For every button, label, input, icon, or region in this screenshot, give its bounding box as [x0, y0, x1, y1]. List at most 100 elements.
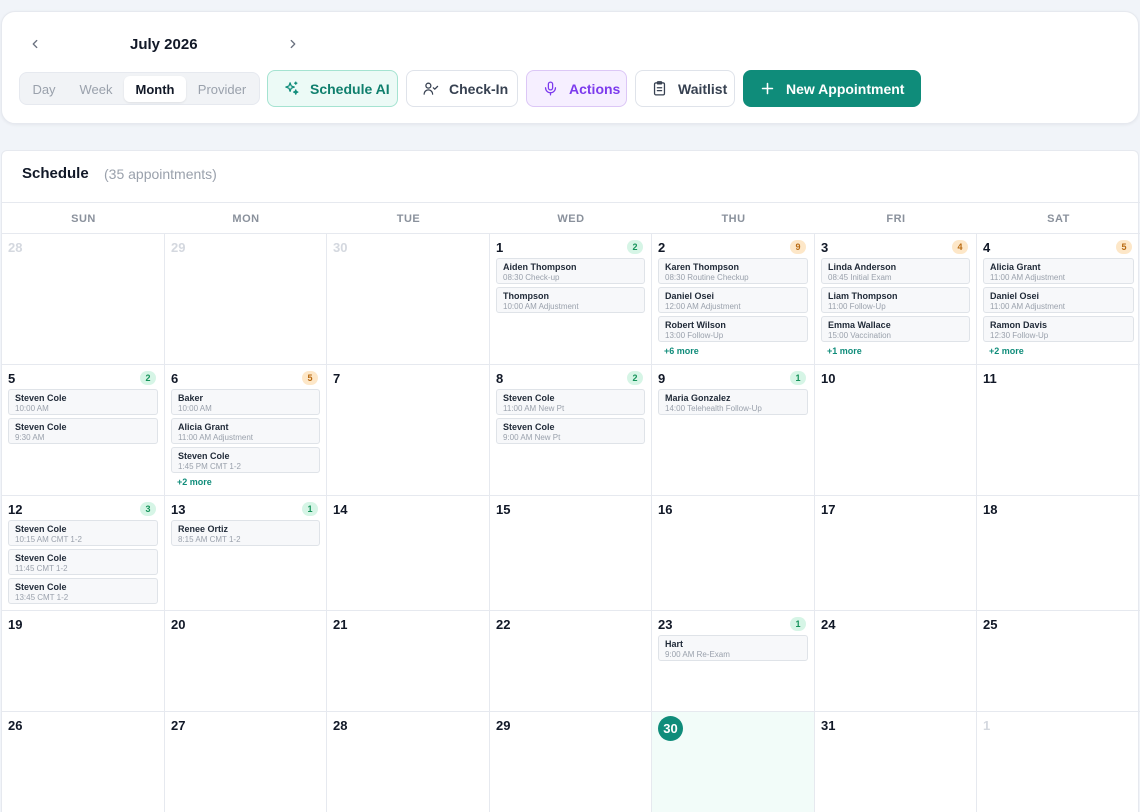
view-provider-button[interactable]: Provider	[188, 76, 256, 102]
appointment-card[interactable]: Steven Cole 1:45 PM CMT 1-2	[171, 447, 320, 473]
schedule-ai-button[interactable]: Schedule AI	[267, 70, 398, 107]
calendar-day-cell[interactable]: 11	[977, 365, 1140, 496]
appointment-card[interactable]: Steven Cole 10:00 AM	[8, 389, 158, 415]
appointment-card[interactable]: Emma Wallace 15:00 Vaccination	[821, 316, 970, 342]
check-in-button[interactable]: Check-In	[406, 70, 518, 107]
calendar-day-cell[interactable]: 18	[977, 496, 1140, 611]
calendar-day-cell[interactable]: 14	[327, 496, 490, 611]
appointment-card[interactable]: Alicia Grant 11:00 AM Adjustment	[983, 258, 1134, 284]
appointment-card[interactable]: Renee Ortiz 8:15 AM CMT 1-2	[171, 520, 320, 546]
schedule-title: Schedule	[22, 165, 89, 182]
calendar-day-cell[interactable]: 24	[815, 611, 977, 712]
appointment-card[interactable]: Steven Cole 10:15 AM CMT 1-2	[8, 520, 158, 546]
new-appointment-button[interactable]: New Appointment	[743, 70, 921, 107]
calendar-day-cell[interactable]: 9 1 Maria Gonzalez 14:00 Telehealth Follow-…	[652, 365, 815, 496]
calendar-day-cell[interactable]: 29	[165, 234, 327, 365]
calendar-day-cell[interactable]: 1 2 Aiden Thompson 08:30 Check-up Thompson 10…	[490, 234, 652, 365]
calendar-day-cell[interactable]: 17	[815, 496, 977, 611]
appointment-card[interactable]: Ramon Davis 12:30 Follow-Up	[983, 316, 1134, 342]
view-switcher: Day Week Month Provider	[19, 72, 260, 105]
calendar-day-cell[interactable]: 25	[977, 611, 1140, 712]
appointment-card[interactable]: Alicia Grant 11:00 AM Adjustment	[171, 418, 320, 444]
appointment-card[interactable]: Liam Thompson 11:00 Follow-Up	[821, 287, 970, 313]
calendar-day-cell[interactable]: 6 5 Baker 10:00 AM Alicia Grant 11:00 AM Adju…	[165, 365, 327, 496]
appointment-card[interactable]: Steven Cole 13:45 CMT 1-2	[8, 578, 158, 604]
calendar-day-cell[interactable]: 2 9 Karen Thompson 08:30 Routine Checkup Dan…	[652, 234, 815, 365]
view-day-button[interactable]: Day	[24, 76, 64, 102]
calendar-day-cell[interactable]: 31	[815, 712, 977, 812]
calendar-day-cell[interactable]: 8 2 Steven Cole 11:00 AM New Pt Steven Cole 9…	[490, 365, 652, 496]
appointment-detail: 1:45 PM CMT 1-2	[178, 462, 241, 471]
calendar-day-cell[interactable]: 12 3 Steven Cole 10:15 AM CMT 1-2 Steven Col…	[2, 496, 165, 611]
more-appointments-link[interactable]: +1 more	[827, 346, 862, 356]
patient-name: Steven Cole	[178, 451, 230, 461]
view-month-button[interactable]: Month	[124, 76, 186, 102]
weekday-label: THU	[721, 212, 746, 225]
more-appointments-link[interactable]: +2 more	[177, 477, 212, 487]
more-appointments-link[interactable]: +2 more	[989, 346, 1024, 356]
appointment-card[interactable]: Steven Cole 9:00 AM New Pt	[496, 418, 645, 444]
calendar-day-cell[interactable]: 30	[327, 234, 490, 365]
calendar-day-cell[interactable]: 19	[2, 611, 165, 712]
appointment-card[interactable]: Daniel Osei 11:00 AM Adjustment	[983, 287, 1134, 313]
calendar-day-cell[interactable]: 22	[490, 611, 652, 712]
appointment-card[interactable]: Karen Thompson 08:30 Routine Checkup	[658, 258, 808, 284]
day-number: 7	[333, 371, 341, 386]
calendar-day-cell[interactable]: 5 2 Steven Cole 10:00 AM Steven Cole 9:30 AM	[2, 365, 165, 496]
waitlist-label: Waitlist	[678, 80, 728, 97]
calendar-day-cell[interactable]: 10	[815, 365, 977, 496]
appointment-count-badge: 4	[952, 240, 968, 254]
calendar-day-cell[interactable]: 3 4 Linda Anderson 08:45 Initial Exam Liam T…	[815, 234, 977, 365]
appointment-card[interactable]: Daniel Osei 12:00 AM Adjustment	[658, 287, 808, 313]
calendar-day-cell[interactable]: 4 5 Alicia Grant 11:00 AM Adjustment Daniel …	[977, 234, 1140, 365]
appointment-detail: 10:00 AM	[15, 404, 49, 413]
calendar-day-cell[interactable]: 16	[652, 496, 815, 611]
calendar-day-cell[interactable]: 26	[2, 712, 165, 812]
waitlist-button[interactable]: Waitlist	[635, 70, 735, 107]
calendar-day-cell[interactable]: 23 1 Hart 9:00 AM Re-Exam	[652, 611, 815, 712]
patient-name: Alicia Grant	[990, 262, 1041, 272]
more-appointments-link[interactable]: +6 more	[664, 346, 699, 356]
next-month-button[interactable]	[283, 34, 303, 54]
calendar-day-cell[interactable]: 27	[165, 712, 327, 812]
appointment-card[interactable]: Steven Cole 11:45 CMT 1-2	[8, 549, 158, 575]
appointment-card[interactable]: Thompson 10:00 AM Adjustment	[496, 287, 645, 313]
appointment-card[interactable]: Steven Cole 9:30 AM	[8, 418, 158, 444]
patient-name: Steven Cole	[503, 393, 555, 403]
appointment-card[interactable]: Robert Wilson 13:00 Follow-Up	[658, 316, 808, 342]
view-week-button[interactable]: Week	[68, 76, 124, 102]
plus-icon	[756, 78, 778, 100]
appointment-card[interactable]: Aiden Thompson 08:30 Check-up	[496, 258, 645, 284]
calendar-day-cell[interactable]: 15	[490, 496, 652, 611]
prev-month-button[interactable]	[25, 34, 45, 54]
calendar-day-cell[interactable]: 20	[165, 611, 327, 712]
patient-name: Thompson	[503, 291, 549, 301]
calendar-day-cell[interactable]: 21	[327, 611, 490, 712]
appointment-detail: 11:00 AM Adjustment	[990, 302, 1066, 311]
calendar-day-cell[interactable]: 7	[327, 365, 490, 496]
weekday-label: SAT	[1047, 212, 1070, 225]
appointment-detail: 11:00 AM Adjustment	[990, 273, 1066, 282]
calendar-day-cell[interactable]: 28	[327, 712, 490, 812]
appointment-card[interactable]: Maria Gonzalez 14:00 Telehealth Follow-Up	[658, 389, 808, 415]
appointment-card[interactable]: Steven Cole 11:00 AM New Pt	[496, 389, 645, 415]
day-number: 2	[658, 240, 666, 255]
weekday-header: SUN MON TUE WED THU FRI SAT	[2, 202, 1140, 234]
appointment-card[interactable]: Hart 9:00 AM Re-Exam	[658, 635, 808, 661]
clipboard-icon	[648, 78, 670, 100]
day-number: 4	[983, 240, 991, 255]
patient-name: Renee Ortiz	[178, 524, 229, 534]
calendar-day-cell[interactable]: 29	[490, 712, 652, 812]
actions-button[interactable]: Actions	[526, 70, 627, 107]
appointment-detail: 10:00 AM Adjustment	[503, 302, 579, 311]
appointment-detail: 10:15 AM CMT 1-2	[15, 535, 82, 544]
day-number: 28	[8, 240, 23, 255]
calendar-day-cell[interactable]: 28	[2, 234, 165, 365]
calendar-day-cell[interactable]: 1	[977, 712, 1140, 812]
calendar-day-cell[interactable]: 13 1 Renee Ortiz 8:15 AM CMT 1-2	[165, 496, 327, 611]
weekday-label: FRI	[886, 212, 906, 225]
calendar-day-cell[interactable]: 30	[652, 712, 815, 812]
appointment-card[interactable]: Linda Anderson 08:45 Initial Exam	[821, 258, 970, 284]
appointment-card[interactable]: Baker 10:00 AM	[171, 389, 320, 415]
appointment-detail: 08:45 Initial Exam	[828, 273, 892, 282]
